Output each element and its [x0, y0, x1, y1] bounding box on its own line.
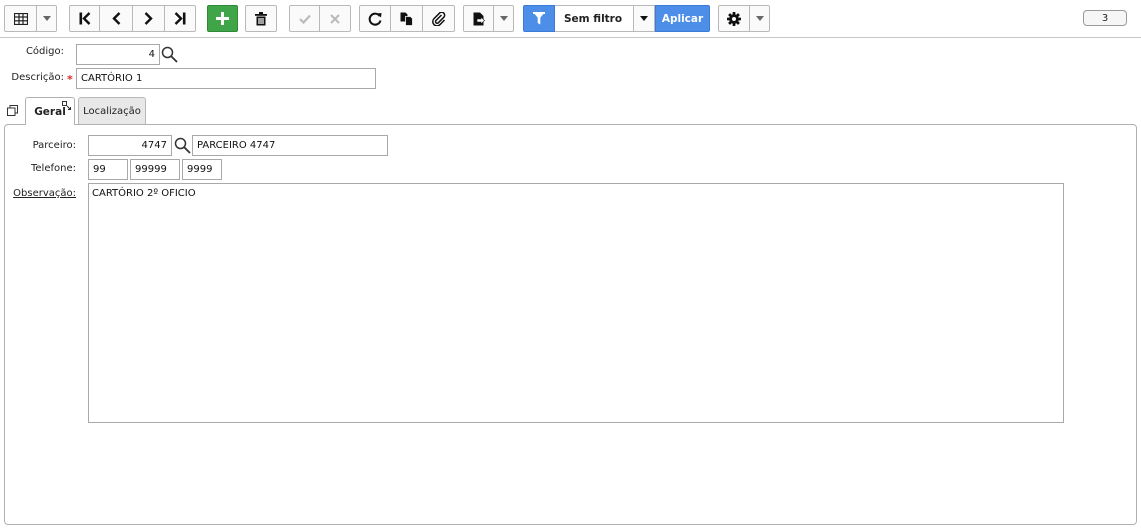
codigo-label: Código:	[25, 46, 64, 57]
first-record-button[interactable]	[69, 5, 100, 32]
parceiro-code-input[interactable]: 4747	[88, 135, 172, 156]
refresh-button[interactable]	[359, 5, 391, 32]
confirm-button[interactable]	[289, 5, 320, 32]
export-button[interactable]	[463, 5, 494, 32]
chevron-down-icon	[42, 16, 51, 21]
copy-button[interactable]	[391, 5, 423, 32]
refresh-icon	[368, 12, 382, 26]
settings-dropdown[interactable]	[750, 5, 770, 32]
telefone-part1-input[interactable]: 99999	[130, 159, 180, 180]
descricao-input[interactable]: CARTÓRIO 1	[76, 68, 376, 89]
cancel-button[interactable]	[320, 5, 351, 32]
telefone-part2-input[interactable]: 9999	[182, 159, 222, 180]
grid-view-button[interactable]	[4, 5, 37, 32]
next-record-icon	[144, 12, 153, 25]
chevron-down-icon	[755, 16, 764, 21]
add-icon	[216, 12, 229, 25]
telefone-ddd-input[interactable]: 99	[88, 159, 128, 180]
filter-button[interactable]	[523, 5, 555, 32]
observacao-label[interactable]: Observação:	[0, 188, 76, 199]
delete-icon	[255, 11, 267, 25]
grid-view-dropdown[interactable]	[37, 5, 57, 32]
restore-window-icon[interactable]	[7, 105, 18, 116]
previous-record-button[interactable]	[100, 5, 133, 32]
next-record-button[interactable]	[133, 5, 165, 32]
observacao-textarea[interactable]: CARTÓRIO 2º OFICIO	[88, 183, 1064, 423]
caret-down-icon	[640, 16, 648, 21]
page-number-badge[interactable]: 3	[1083, 10, 1127, 26]
copy-icon	[400, 12, 413, 26]
cancel-icon	[330, 13, 340, 24]
page-number: 3	[1101, 12, 1109, 24]
add-button[interactable]	[207, 5, 238, 32]
last-record-button[interactable]	[165, 5, 196, 32]
previous-record-icon	[111, 12, 120, 25]
attachment-button[interactable]	[423, 5, 455, 32]
descricao-label: Descrição:	[11, 72, 64, 83]
filter-dropdown[interactable]	[633, 5, 655, 32]
parceiro-label: Parceiro:	[32, 140, 76, 151]
apply-filter-button[interactable]: Aplicar	[655, 5, 710, 32]
export-icon	[473, 12, 485, 25]
tab-localizacao[interactable]: Localização	[78, 97, 146, 125]
export-dropdown[interactable]	[494, 5, 514, 32]
attachment-icon	[431, 11, 445, 26]
search-icon[interactable]	[174, 137, 191, 154]
detach-tab-icon[interactable]	[62, 101, 71, 110]
settings-button[interactable]	[718, 5, 750, 32]
parceiro-name-input[interactable]: PARCEIRO 4747	[192, 135, 388, 156]
first-record-icon	[79, 12, 90, 25]
delete-button[interactable]	[245, 5, 277, 32]
filter-label: Sem filtro	[564, 12, 623, 25]
required-mark: *	[67, 73, 73, 86]
last-record-icon	[174, 12, 186, 25]
telefone-label: Telefone:	[31, 163, 76, 174]
toolbar: Sem filtro Aplicar 3	[0, 0, 1141, 38]
confirm-icon	[298, 14, 311, 24]
chevron-down-icon	[499, 16, 508, 21]
search-icon[interactable]	[161, 46, 178, 63]
filter-selection[interactable]: Sem filtro	[555, 5, 633, 32]
filter-icon	[533, 12, 545, 25]
codigo-input[interactable]: 4	[76, 44, 160, 65]
grid-view-icon	[13, 12, 28, 25]
tab-geral[interactable]: Geral	[25, 97, 75, 125]
gear-icon	[727, 11, 741, 26]
